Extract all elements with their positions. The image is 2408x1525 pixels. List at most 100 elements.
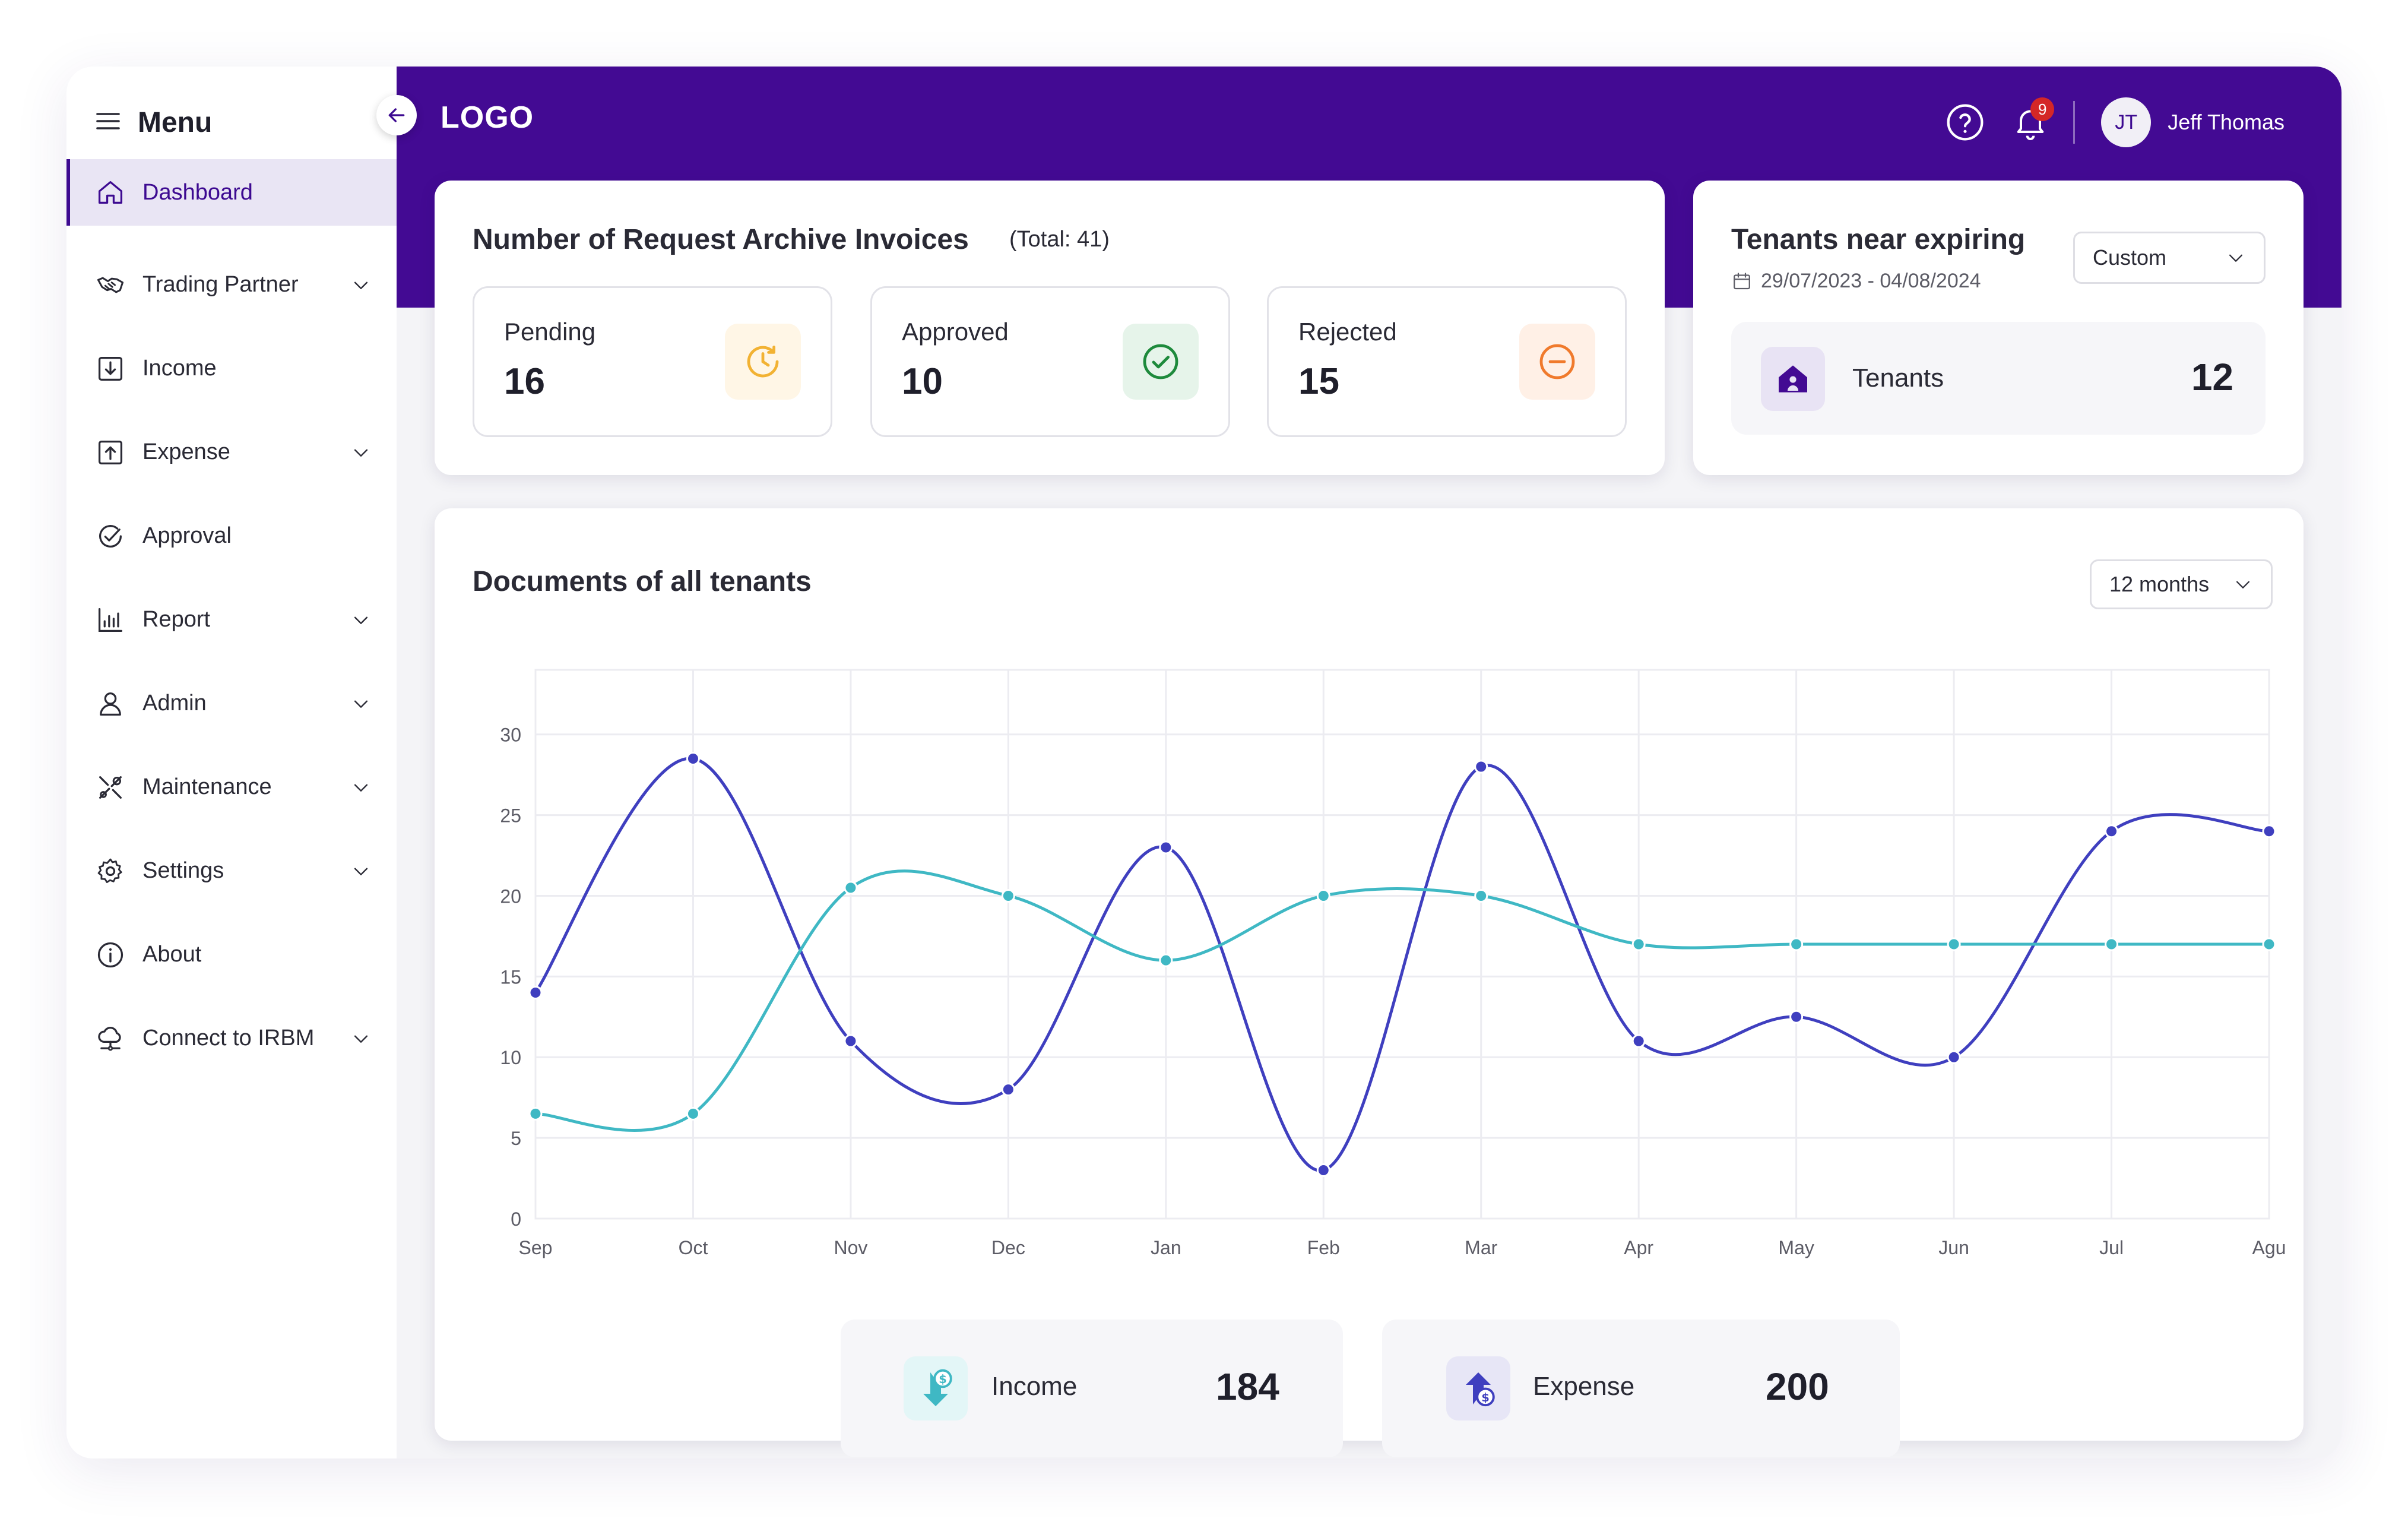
- arrow-left-icon: [388, 108, 405, 122]
- y-tick-label: 30: [500, 724, 521, 746]
- select-value: Custom: [2093, 245, 2167, 270]
- x-tick-label: May: [1778, 1237, 1814, 1258]
- user-name[interactable]: Jeff Thomas: [2168, 110, 2285, 135]
- user-icon: [94, 687, 127, 720]
- chevron-down-icon: [2229, 254, 2243, 262]
- logo[interactable]: LOGO: [441, 100, 534, 135]
- chevron-down-icon[interactable]: [350, 777, 372, 798]
- expense-icon: [94, 436, 127, 469]
- calendar-icon: [1734, 272, 1750, 289]
- documents-card: Documents of all tenants 12 months 0 5 10 1…: [435, 508, 2304, 1457]
- notifications-button[interactable]: 9: [2009, 97, 2055, 144]
- tenants-value: 12: [2191, 356, 2233, 398]
- avatar[interactable]: JT: [2101, 97, 2152, 147]
- data-point: [1159, 953, 1173, 967]
- series-line-0: [534, 757, 2270, 1172]
- menu-header: Menu: [94, 93, 212, 152]
- sidebar-nav: Dashboard Trading Partner Income Expense App…: [66, 159, 397, 1080]
- sidebar-item-dashboard[interactable]: Dashboard: [66, 159, 397, 226]
- check-circle-icon: [1123, 324, 1199, 400]
- data-point: [1789, 1010, 1804, 1024]
- data-point: [528, 986, 543, 1000]
- data-point: [2105, 937, 2119, 951]
- sidebar-item-admin[interactable]: Admin: [66, 662, 397, 745]
- data-point: [528, 1106, 543, 1121]
- chevron-down-icon[interactable]: [350, 442, 372, 463]
- menu-title: Menu: [138, 106, 213, 138]
- tools-icon: [94, 771, 127, 804]
- date-range-text: 29/07/2023 - 04/08/2024: [1761, 270, 1981, 292]
- tenants-count-box[interactable]: Tenants 12: [1731, 322, 2266, 435]
- stat-label: Approved: [902, 318, 1009, 346]
- tenants-card: Tenants near expiring 29/07/2023 - 04/08…: [1693, 181, 2304, 475]
- sidebar-item-about[interactable]: About: [66, 913, 397, 996]
- chevron-down-icon[interactable]: [350, 609, 372, 631]
- header-actions: 9 JT Jeff Thomas: [1944, 95, 2285, 150]
- handshake-icon: [94, 268, 127, 302]
- sidebar-item-expense[interactable]: Expense: [66, 410, 397, 494]
- data-point: [1631, 1034, 1646, 1048]
- gear-icon: [94, 855, 127, 888]
- income-value: 184: [1216, 1365, 1279, 1408]
- tenants-range-select[interactable]: Custom: [2073, 232, 2266, 284]
- sidebar-item-label: Expense: [142, 439, 230, 464]
- data-point: [1474, 760, 1488, 774]
- x-tick-label: Oct: [679, 1237, 708, 1258]
- stat-value: 16: [504, 361, 545, 402]
- rejected-stat[interactable]: Rejected 15: [1267, 286, 1627, 437]
- data-point: [2262, 937, 2276, 951]
- data-point: [1631, 937, 1646, 951]
- sidebar-item-income[interactable]: Income: [66, 327, 397, 410]
- expense-value: 200: [1766, 1365, 1829, 1408]
- collapse-sidebar-button[interactable]: [376, 95, 417, 135]
- y-tick-label: 5: [511, 1128, 521, 1149]
- data-point: [1474, 888, 1488, 903]
- sidebar-item-label: Settings: [142, 858, 224, 883]
- x-tick-label: Jun: [1938, 1237, 1969, 1258]
- x-tick-label: Sep: [519, 1237, 553, 1258]
- x-tick-label: Feb: [1307, 1237, 1340, 1258]
- income-label: Income: [991, 1372, 1078, 1401]
- pending-stat[interactable]: Pending 16: [473, 286, 832, 437]
- sidebar-item-label: Dashboard: [142, 179, 253, 205]
- info-icon: [94, 938, 127, 972]
- sidebar-item-connect-to-irbm[interactable]: Connect to IRBM: [66, 996, 397, 1080]
- x-tick-label: Mar: [1465, 1237, 1497, 1258]
- sidebar-item-label: About: [142, 942, 202, 967]
- chevron-down-icon[interactable]: [350, 860, 372, 882]
- chevron-down-icon[interactable]: [350, 274, 372, 296]
- data-point: [2105, 824, 2119, 839]
- x-tick-label: Apr: [1624, 1237, 1653, 1258]
- x-tick-label: Jul: [2099, 1237, 2124, 1258]
- sidebar-item-report[interactable]: Report: [66, 578, 397, 662]
- approval-check-icon: [94, 520, 127, 553]
- minus-circle-icon: [1519, 324, 1595, 400]
- svg-text:$: $: [1481, 1391, 1490, 1404]
- income-summary[interactable]: $ Income 184: [841, 1320, 1343, 1457]
- chevron-down-icon[interactable]: [350, 1028, 372, 1049]
- tenants-date-range: 29/07/2023 - 04/08/2024: [1731, 270, 1981, 293]
- sidebar-item-settings[interactable]: Settings: [66, 829, 397, 913]
- data-point: [1316, 1163, 1330, 1177]
- chevron-down-icon[interactable]: [350, 693, 372, 714]
- x-tick-label: Agu: [2252, 1237, 2286, 1258]
- x-tick-label: Jan: [1151, 1237, 1181, 1258]
- documents-line-chart: 0 5 10 15 20 25 30 Sep Oct Nov Dec Jan Feb Mar Apr May J…: [500, 669, 2286, 1258]
- data-point: [1001, 1083, 1015, 1097]
- approved-stat[interactable]: Approved 10: [870, 286, 1230, 437]
- stat-label: Rejected: [1298, 318, 1397, 346]
- sidebar-item-maintenance[interactable]: Maintenance: [66, 745, 397, 829]
- sidebar-item-label: Report: [142, 607, 211, 632]
- sidebar-item-approval[interactable]: Approval: [66, 494, 397, 578]
- sidebar-item-trading-partner[interactable]: Trading Partner: [66, 243, 397, 327]
- hamburger-icon[interactable]: [94, 107, 122, 138]
- data-point: [1947, 937, 1961, 951]
- y-tick-label: 0: [511, 1208, 521, 1230]
- expense-summary[interactable]: $ Expense 200: [1382, 1320, 1900, 1457]
- data-point: [686, 751, 700, 765]
- cloud-connect-icon: [94, 1022, 127, 1055]
- data-point: [1789, 937, 1804, 951]
- home-icon: [94, 176, 127, 209]
- help-button[interactable]: [1944, 101, 1986, 144]
- stat-label: Pending: [504, 318, 596, 346]
